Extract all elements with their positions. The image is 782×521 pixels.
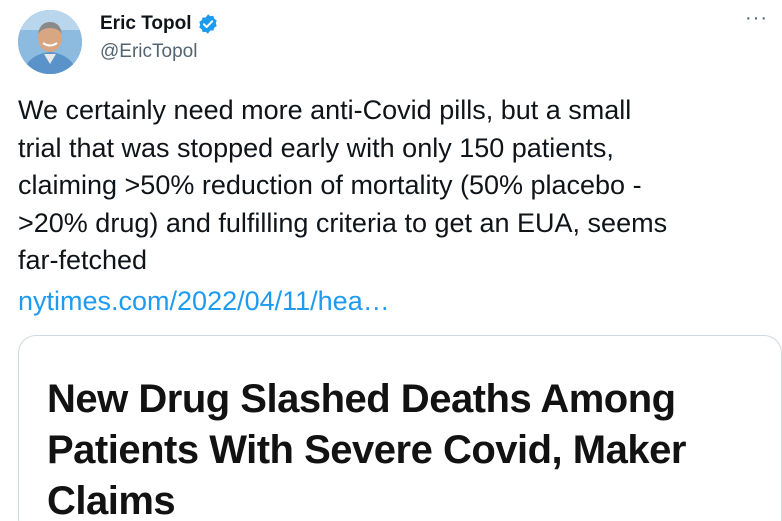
more-options-icon[interactable]: ···	[745, 8, 768, 28]
verified-badge-icon	[197, 13, 219, 35]
author-handle[interactable]: @EricTopol	[100, 40, 197, 64]
tweet-text: We certainly need more anti-Covid pills,…	[18, 95, 668, 275]
tweet: Eric Topol @EricTopol ··· We certainly n…	[0, 0, 782, 521]
card-headline: New Drug Slashed Deaths Among Patients W…	[47, 377, 686, 521]
article-link[interactable]: nytimes.com/2022/04/11/hea…	[18, 283, 390, 321]
avatar[interactable]	[18, 10, 82, 74]
author-row: Eric Topol	[100, 12, 219, 36]
profile-photo	[18, 10, 82, 74]
link-preview-card[interactable]: New Drug Slashed Deaths Among Patients W…	[18, 335, 782, 521]
author-display-name[interactable]: Eric Topol	[100, 12, 191, 36]
